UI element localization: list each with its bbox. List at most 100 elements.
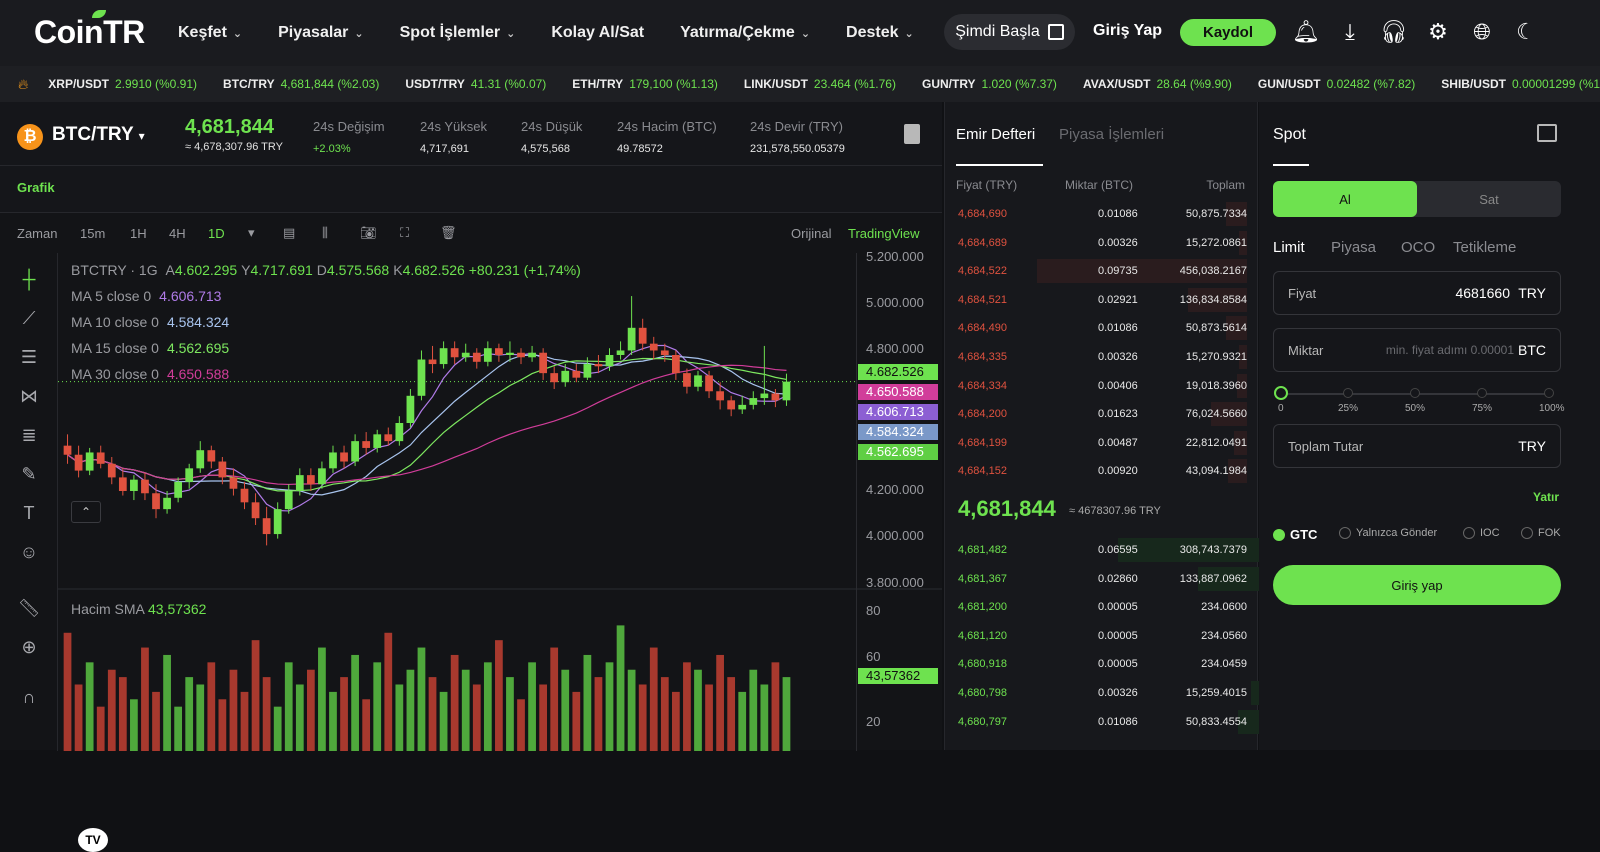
volume-bar (539, 684, 548, 751)
amount-field[interactable]: Miktar min. fiyat adımı 0.00001 BTC (1273, 328, 1561, 372)
stat-item: 24s Hacim (BTC) 49.78572 (617, 119, 717, 155)
candle (229, 477, 238, 489)
ticker-item[interactable]: XRP/USDT 2.9910 (%0.91) (48, 77, 197, 91)
volume-bar (240, 691, 249, 751)
orderbook-row[interactable]: 4,680,797 0.01086 50,833.4554 (945, 708, 1259, 736)
orderbook-row[interactable]: 4,684,690 0.01086 50,875.7334 (945, 200, 1259, 228)
chevron-down-icon: ⌄ (232, 27, 243, 40)
globe-icon[interactable]: 🌐︎ (1470, 19, 1494, 44)
volume-bar (428, 677, 437, 751)
slider-step[interactable] (1544, 388, 1554, 398)
tab-orderbook[interactable]: Emir Defteri (956, 126, 1035, 143)
chart-area[interactable]: Zaman 15m 1H 4H 1D ▾ ▤ ⫼ 📷︎ ⛶ 🗑︎ Orijina… (0, 212, 942, 852)
volume-bar (627, 669, 636, 751)
candle (771, 393, 780, 401)
tif-option[interactable]: IOC (1463, 527, 1500, 539)
candle (506, 352, 514, 355)
row-price: 4,684,200 (958, 408, 1007, 421)
deposit-link[interactable]: Yatır (1533, 490, 1559, 504)
order-type-market[interactable]: Piyasa (1331, 239, 1376, 256)
ohlc-key: Y (241, 262, 251, 278)
tif-option[interactable]: Yalnızca Gönder (1339, 527, 1437, 539)
candle (517, 352, 525, 358)
tif-label: GTC (1290, 527, 1318, 542)
info-document-icon[interactable] (904, 124, 920, 144)
ticker-item[interactable]: AVAX/USDT 28.64 (%9.90) (1083, 77, 1232, 91)
order-type-trigger[interactable]: Tetikleme (1453, 239, 1516, 256)
order-type-limit[interactable]: Limit (1273, 239, 1305, 256)
ticker-item[interactable]: GUN/TRY 1.020 (%7.37) (922, 77, 1057, 91)
price-field[interactable]: Fiyat 4681660 TRY (1273, 271, 1561, 315)
signup-button[interactable]: Kaydol (1180, 19, 1276, 46)
download-icon[interactable]: ⤓ (1338, 19, 1362, 44)
ticker-item[interactable]: LINK/USDT 23.464 (%1.76) (744, 77, 896, 91)
radio-icon (1463, 527, 1475, 539)
volume-bar (196, 684, 205, 751)
chart-icon[interactable] (1537, 124, 1557, 142)
candle (118, 477, 127, 491)
orderbook-row[interactable]: 4,684,200 0.01623 76,024.5660 (945, 400, 1259, 428)
total-label: Toplam Tutar (1288, 439, 1364, 454)
ticker-item[interactable]: GUN/USDT 0.02482 (%7.82) (1258, 77, 1415, 91)
slider-step[interactable] (1343, 388, 1353, 398)
volume-bar (638, 684, 647, 751)
nav-0[interactable]: Keşfet ⌄ (178, 24, 242, 42)
slider-step[interactable] (1410, 388, 1420, 398)
pair-selector[interactable]: BTC/TRY ▾ (52, 124, 145, 146)
gear-icon[interactable]: ⚙ (1426, 19, 1450, 44)
start-button[interactable]: Şimdi Başla (944, 14, 1075, 50)
volume-bar (727, 677, 736, 751)
orderbook-row[interactable]: 4,681,367 0.02860 133,887.0962 (945, 565, 1259, 593)
orderbook-row[interactable]: 4,684,521 0.02921 136,834.8584 (945, 286, 1259, 314)
bell-icon[interactable]: 🔔︎ (1292, 19, 1320, 44)
order-type-oco[interactable]: OCO (1401, 239, 1435, 256)
slider-step[interactable] (1477, 388, 1487, 398)
ticker-item[interactable]: BTC/TRY 4,681,844 (%2.03) (223, 77, 379, 91)
ticker-item[interactable]: ETH/TRY 179,100 (%1.13) (572, 77, 718, 91)
orderbook-row[interactable]: 4,681,120 0.00005 234.0560 (945, 622, 1259, 650)
nav-2[interactable]: Spot İşlemler ⌄ (400, 24, 516, 42)
tab-market-trades[interactable]: Piyasa İşlemleri (1059, 126, 1164, 143)
tradingview-logo[interactable]: TV (78, 828, 108, 852)
ticker-item[interactable]: USDT/TRY 41.31 (%0.07) (405, 77, 546, 91)
slider-handle[interactable] (1274, 386, 1288, 400)
login-submit-button[interactable]: Giriş yap (1273, 565, 1561, 605)
candle (550, 373, 559, 383)
row-amount: 0.01086 (1098, 715, 1138, 728)
tif-option[interactable]: FOK (1521, 527, 1561, 539)
orderbook-row[interactable]: 4,680,918 0.00005 234.0459 (945, 650, 1259, 678)
orderbook-row[interactable]: 4,681,482 0.06595 308,743.7379 (945, 536, 1259, 564)
candle (74, 454, 83, 471)
orderbook-row[interactable]: 4,684,522 0.09735 456,038.2167 (945, 257, 1259, 285)
candle (384, 434, 393, 442)
row-price: 4,684,490 (958, 322, 1007, 335)
orderbook-row[interactable]: 4,684,490 0.01086 50,873.5614 (945, 314, 1259, 342)
orderbook-row[interactable]: 4,680,798 0.00326 15,259.4015 (945, 679, 1259, 707)
total-field[interactable]: Toplam Tutar TRY (1273, 424, 1561, 468)
nav-1[interactable]: Piyasalar ⌄ (278, 24, 364, 42)
orderbook-row[interactable]: 4,684,199 0.00487 22,812.0491 (945, 429, 1259, 457)
volume-bar (118, 677, 127, 751)
ticker-item[interactable]: SHIB/USDT 0.00001299 (%1.25) (1441, 77, 1600, 91)
orderbook-row[interactable]: 4,684,689 0.00326 15,272.0861 (945, 229, 1259, 257)
moon-icon[interactable]: ☾ (1514, 19, 1538, 44)
nav-3[interactable]: Kolay Al/Sat (551, 24, 644, 42)
collapse-legend-button[interactable]: ⌃ (71, 501, 101, 523)
row-total: 15,270.9321 (1185, 351, 1247, 363)
tif-option[interactable]: GTC (1273, 527, 1317, 542)
orderbook-row[interactable]: 4,684,334 0.00406 19,018.3960 (945, 372, 1259, 400)
buy-tab[interactable]: Al (1273, 181, 1417, 217)
nav-5[interactable]: Destek ⌄ (846, 24, 914, 42)
sell-tab[interactable]: Sat (1417, 181, 1561, 217)
login-link[interactable]: Giriş Yap (1093, 22, 1162, 40)
orderbook-row[interactable]: 4,684,335 0.00326 15,270.9321 (945, 343, 1259, 371)
ticker-pair: ETH/TRY (572, 77, 624, 91)
nav-4[interactable]: Yatırma/Çekme ⌄ (680, 24, 810, 42)
headset-icon[interactable]: 🎧︎ (1380, 19, 1408, 44)
orderbook-row[interactable]: 4,684,152 0.00920 43,094.1984 (945, 457, 1259, 485)
candle (705, 375, 713, 392)
cointr-logo[interactable]: CoinTR (34, 10, 145, 51)
orderbook-row[interactable]: 4,681,200 0.00005 234.0600 (945, 593, 1259, 621)
tab-spot[interactable]: Spot (1273, 126, 1306, 144)
volume-bar (483, 662, 492, 751)
